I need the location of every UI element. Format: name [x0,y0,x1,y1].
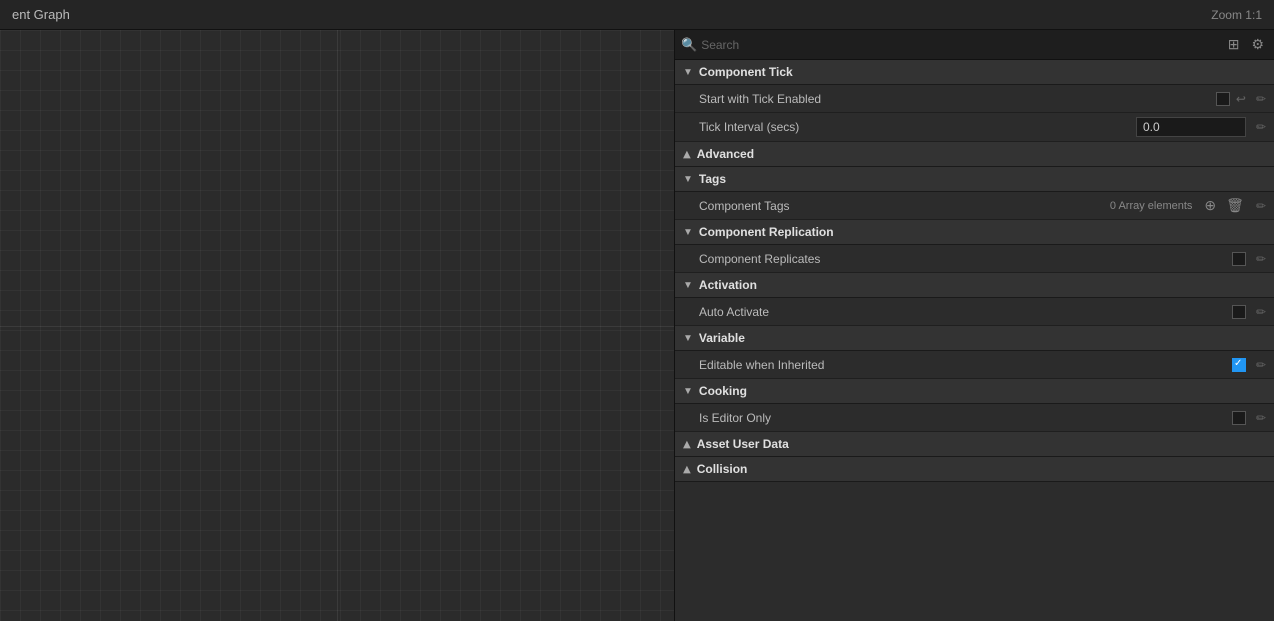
grid-view-button[interactable]: ⊞ [1224,34,1244,55]
search-input[interactable] [701,38,1220,52]
section-arrow-component-tick: ▼ [683,67,693,78]
property-label-editable-when-inherited: Editable when Inherited [699,358,1232,372]
property-value-is-editor-only: ✏ [1232,411,1266,425]
checkbox-editable-when-inherited[interactable] [1232,358,1246,372]
section-title-component-tick: Component Tick [699,65,793,79]
property-row-tick-interval: Tick Interval (secs) ✏ [675,113,1274,142]
property-label-is-editor-only: Is Editor Only [699,411,1232,425]
delete-array-button-component-tags[interactable]: 🗑 [1224,197,1246,214]
edit-icon-component-replicates[interactable]: ✏ [1256,252,1266,266]
checkbox-start-tick-enabled[interactable] [1216,92,1230,106]
add-array-button-component-tags[interactable]: ⊕ [1202,197,1218,214]
section-title-advanced: Advanced [697,147,754,161]
section-header-cooking[interactable]: ▼ Cooking [675,379,1274,404]
property-value-auto-activate: ✏ [1232,305,1266,319]
section-title-asset-user-data: Asset User Data [697,437,789,451]
section-arrow-asset-user-data: ▶ [681,440,692,448]
section-header-tags[interactable]: ▼ Tags [675,167,1274,192]
property-label-auto-activate: Auto Activate [699,305,1232,319]
checkbox-component-replicates[interactable] [1232,252,1246,266]
edit-icon-start-tick-enabled[interactable]: ✏ [1256,92,1266,106]
section-arrow-cooking: ▼ [683,386,693,397]
right-panel: 🔍 ⊞ ⚙ ▼ Component Tick Start with Tick Ena… [674,30,1274,621]
section-arrow-tags: ▼ [683,174,693,185]
property-label-component-tags: Component Tags [699,199,1110,213]
edit-icon-component-tags[interactable]: ✏ [1256,199,1266,213]
section-title-tags: Tags [699,172,726,186]
property-value-editable-when-inherited: ✏ [1232,358,1266,372]
graph-area[interactable] [0,30,674,621]
search-bar: 🔍 ⊞ ⚙ [675,30,1274,60]
property-row-component-replicates: Component Replicates ✏ [675,245,1274,273]
search-actions: ⊞ ⚙ [1224,34,1268,55]
property-value-tick-interval: ✏ [1136,117,1266,137]
settings-button[interactable]: ⚙ [1247,34,1268,55]
property-row-editable-when-inherited: Editable when Inherited ✏ [675,351,1274,379]
top-bar: ent Graph Zoom 1:1 [0,0,1274,30]
section-header-asset-user-data[interactable]: ▶ Asset User Data [675,432,1274,457]
property-label-start-tick-enabled: Start with Tick Enabled [699,92,1216,106]
property-row-component-tags: Component Tags0 Array elements ⊕ 🗑 ✏ [675,192,1274,220]
search-icon: 🔍 [681,37,697,53]
array-count-component-tags: 0 Array elements [1110,200,1193,212]
checkbox-auto-activate[interactable] [1232,305,1246,319]
section-arrow-activation: ▼ [683,280,693,291]
property-label-tick-interval: Tick Interval (secs) [699,120,1136,134]
edit-icon-editable-when-inherited[interactable]: ✏ [1256,358,1266,372]
property-value-start-tick-enabled: ↩✏ [1216,92,1266,106]
section-title-variable: Variable [699,331,745,345]
section-header-advanced[interactable]: ▶ Advanced [675,142,1274,167]
section-arrow-variable: ▼ [683,333,693,344]
section-header-component-replication[interactable]: ▼ Component Replication [675,220,1274,245]
section-arrow-component-replication: ▼ [683,227,693,238]
checkbox-is-editor-only[interactable] [1232,411,1246,425]
property-row-auto-activate: Auto Activate ✏ [675,298,1274,326]
property-value-component-tags: 0 Array elements ⊕ 🗑 ✏ [1110,197,1266,214]
section-header-activation[interactable]: ▼ Activation [675,273,1274,298]
section-header-component-tick[interactable]: ▼ Component Tick [675,60,1274,85]
edit-icon-is-editor-only[interactable]: ✏ [1256,411,1266,425]
section-arrow-collision: ▶ [681,465,692,473]
edit-icon-auto-activate[interactable]: ✏ [1256,305,1266,319]
section-title-cooking: Cooking [699,384,747,398]
section-title-component-replication: Component Replication [699,225,834,239]
section-title-activation: Activation [699,278,757,292]
main-layout: 🔍 ⊞ ⚙ ▼ Component Tick Start with Tick Ena… [0,30,1274,621]
reset-icon-start-tick-enabled[interactable]: ↩ [1236,92,1246,106]
zoom-label: Zoom 1:1 [1211,8,1262,22]
section-header-collision[interactable]: ▶ Collision [675,457,1274,482]
property-row-start-tick-enabled: Start with Tick Enabled↩✏ [675,85,1274,113]
property-row-is-editor-only: Is Editor Only ✏ [675,404,1274,432]
edit-icon-tick-interval[interactable]: ✏ [1256,120,1266,134]
section-arrow-advanced: ▶ [681,150,692,158]
input-tick-interval[interactable] [1136,117,1246,137]
app-title: ent Graph [12,7,70,22]
graph-crosshair-v [337,30,338,621]
section-header-variable[interactable]: ▼ Variable [675,326,1274,351]
properties-panel[interactable]: ▼Component TickStart with Tick Enabled↩✏… [675,60,1274,621]
section-title-collision: Collision [697,462,748,476]
property-label-component-replicates: Component Replicates [699,252,1232,266]
property-value-component-replicates: ✏ [1232,252,1266,266]
